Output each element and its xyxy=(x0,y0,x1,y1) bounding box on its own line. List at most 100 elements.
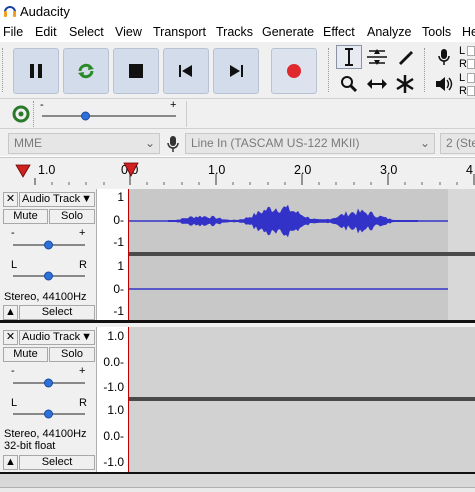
bar2-divider xyxy=(186,101,187,127)
ruler-label: -1.0 xyxy=(103,455,124,469)
waveform-right-channel[interactable] xyxy=(128,256,448,320)
time-shift-tool[interactable] xyxy=(364,72,390,96)
draw-tool[interactable] xyxy=(392,45,418,69)
menu-generate[interactable]: Generate xyxy=(262,25,314,39)
gain-slider-thumb[interactable] xyxy=(43,377,54,389)
solo-button[interactable]: Solo xyxy=(49,209,95,224)
toolbar-grip[interactable] xyxy=(2,48,6,92)
recording-channels-value: 2 (Ste xyxy=(446,136,475,150)
collapse-track-button[interactable]: ▲ xyxy=(3,305,18,320)
pan-slider-thumb[interactable] xyxy=(43,408,54,420)
waveform-left-channel[interactable] xyxy=(128,189,448,252)
recording-device-select[interactable]: Line In (TASCAM US-122 MKII) ⌄ xyxy=(185,133,435,154)
menu-effect[interactable]: Effect xyxy=(323,25,355,39)
stop-icon xyxy=(129,64,143,78)
envelope-icon xyxy=(367,49,387,65)
audacity-logo-icon xyxy=(4,6,16,17)
audio-host-select[interactable]: MME ⌄ xyxy=(8,133,160,154)
microphone-icon xyxy=(167,136,179,152)
zoom-tool[interactable] xyxy=(336,72,362,96)
close-track-button[interactable]: ✕ xyxy=(3,192,18,207)
timeline-ruler[interactable]: 1.0 0.0 1.0 2.0 3.0 4 xyxy=(0,157,475,186)
chevron-down-icon: ⌄ xyxy=(144,136,155,150)
track-name: Audio Track xyxy=(22,331,81,343)
pause-icon xyxy=(30,64,42,78)
gain-slider-thumb[interactable] xyxy=(43,239,54,251)
play-meter-button[interactable] xyxy=(431,72,457,96)
play-meter-l xyxy=(467,73,475,83)
recording-channels-select[interactable]: 2 (Ste xyxy=(440,133,475,154)
title-bar: Audacity xyxy=(0,0,475,24)
timeline-ticks xyxy=(34,174,475,186)
record-button[interactable] xyxy=(271,48,317,94)
pan-slider-thumb[interactable] xyxy=(43,270,54,282)
horizontal-scrollbar[interactable] xyxy=(0,487,475,492)
ruler-label: 0- xyxy=(113,213,124,227)
vertical-ruler[interactable]: 1.0 0.0- -1.0 xyxy=(97,401,128,472)
vertical-ruler[interactable]: 1 0- -1 xyxy=(97,256,128,320)
select-track-button[interactable]: Select xyxy=(19,305,95,320)
ruler-label: 1 xyxy=(117,190,124,204)
select-track-button[interactable]: Select xyxy=(19,455,95,470)
selection-tool[interactable] xyxy=(336,45,362,69)
record-icon xyxy=(287,64,301,78)
track-menu-button[interactable]: Audio Track ▼ xyxy=(19,192,95,207)
play-meter-r-label: R xyxy=(459,85,467,97)
speaker-icon xyxy=(436,77,453,91)
menu-view[interactable]: View xyxy=(115,25,142,39)
menu-help[interactable]: He xyxy=(462,25,475,39)
gain-slider-track[interactable] xyxy=(42,115,176,117)
stop-button[interactable] xyxy=(113,48,159,94)
menu-file[interactable]: File xyxy=(3,25,23,39)
empty-track-left-channel[interactable] xyxy=(128,327,475,397)
loop-icon xyxy=(78,63,94,79)
envelope-tool[interactable] xyxy=(364,45,390,69)
skip-to-start-button[interactable] xyxy=(163,48,209,94)
empty-track-right-channel[interactable] xyxy=(128,401,475,472)
menu-transport[interactable]: Transport xyxy=(153,25,206,39)
gain-slider-thumb[interactable] xyxy=(80,110,91,122)
menu-select[interactable]: Select xyxy=(69,25,104,39)
playhead-line xyxy=(128,327,129,472)
track-format-info: Stereo, 44100Hz xyxy=(4,428,87,440)
track-control-panel: ✕ Audio Track ▼ Mute Solo - + L R Stereo… xyxy=(0,189,97,320)
multi-tool[interactable] xyxy=(392,72,418,96)
collapse-track-button[interactable]: ▲ xyxy=(3,455,18,470)
track-sample-format: 32-bit float xyxy=(4,440,56,452)
vertical-ruler[interactable]: 1.0 0.0- -1.0 xyxy=(97,327,128,397)
close-track-button[interactable]: ✕ xyxy=(3,330,18,345)
mute-button[interactable]: Mute xyxy=(3,209,48,224)
menu-tracks[interactable]: Tracks xyxy=(216,25,253,39)
dropdown-arrow-icon: ▼ xyxy=(81,193,92,205)
skip-to-end-button[interactable] xyxy=(213,48,259,94)
pan-left-label: L xyxy=(11,397,18,409)
solo-button[interactable]: Solo xyxy=(49,347,95,362)
mixer-toolbar: - + xyxy=(0,98,475,128)
meter-grip[interactable] xyxy=(424,48,428,92)
menu-analyze[interactable]: Analyze xyxy=(367,25,411,39)
ruler-label: -1.0 xyxy=(103,380,124,394)
audio-setup-icon[interactable] xyxy=(12,105,30,123)
chevron-down-icon: ⌄ xyxy=(419,136,430,150)
loop-button[interactable] xyxy=(63,48,109,94)
gain-min-label: - xyxy=(40,99,44,111)
mixer-grip[interactable] xyxy=(33,101,34,127)
mute-button[interactable]: Mute xyxy=(3,347,48,362)
track-name: Audio Track xyxy=(22,193,81,205)
gain-max-label: + xyxy=(170,99,177,111)
menu-edit[interactable]: Edit xyxy=(35,25,57,39)
record-meter-r-label: R xyxy=(459,58,467,70)
play-meter-l-label: L xyxy=(459,72,466,84)
pencil-icon xyxy=(399,51,413,65)
pause-button[interactable] xyxy=(13,48,59,94)
track-menu-button[interactable]: Audio Track ▼ xyxy=(19,330,95,345)
ruler-label: 0.0- xyxy=(103,355,124,369)
collapse-arrow-icon: ▲ xyxy=(5,456,16,468)
gain-min-label: - xyxy=(11,227,15,239)
record-meter-button[interactable] xyxy=(431,45,457,69)
vertical-ruler[interactable]: 1 0- -1 xyxy=(97,189,128,252)
playhead-marker[interactable] xyxy=(123,160,139,178)
tools-grip[interactable] xyxy=(328,48,332,92)
asterisk-icon xyxy=(396,75,414,93)
menu-tools[interactable]: Tools xyxy=(422,25,451,39)
